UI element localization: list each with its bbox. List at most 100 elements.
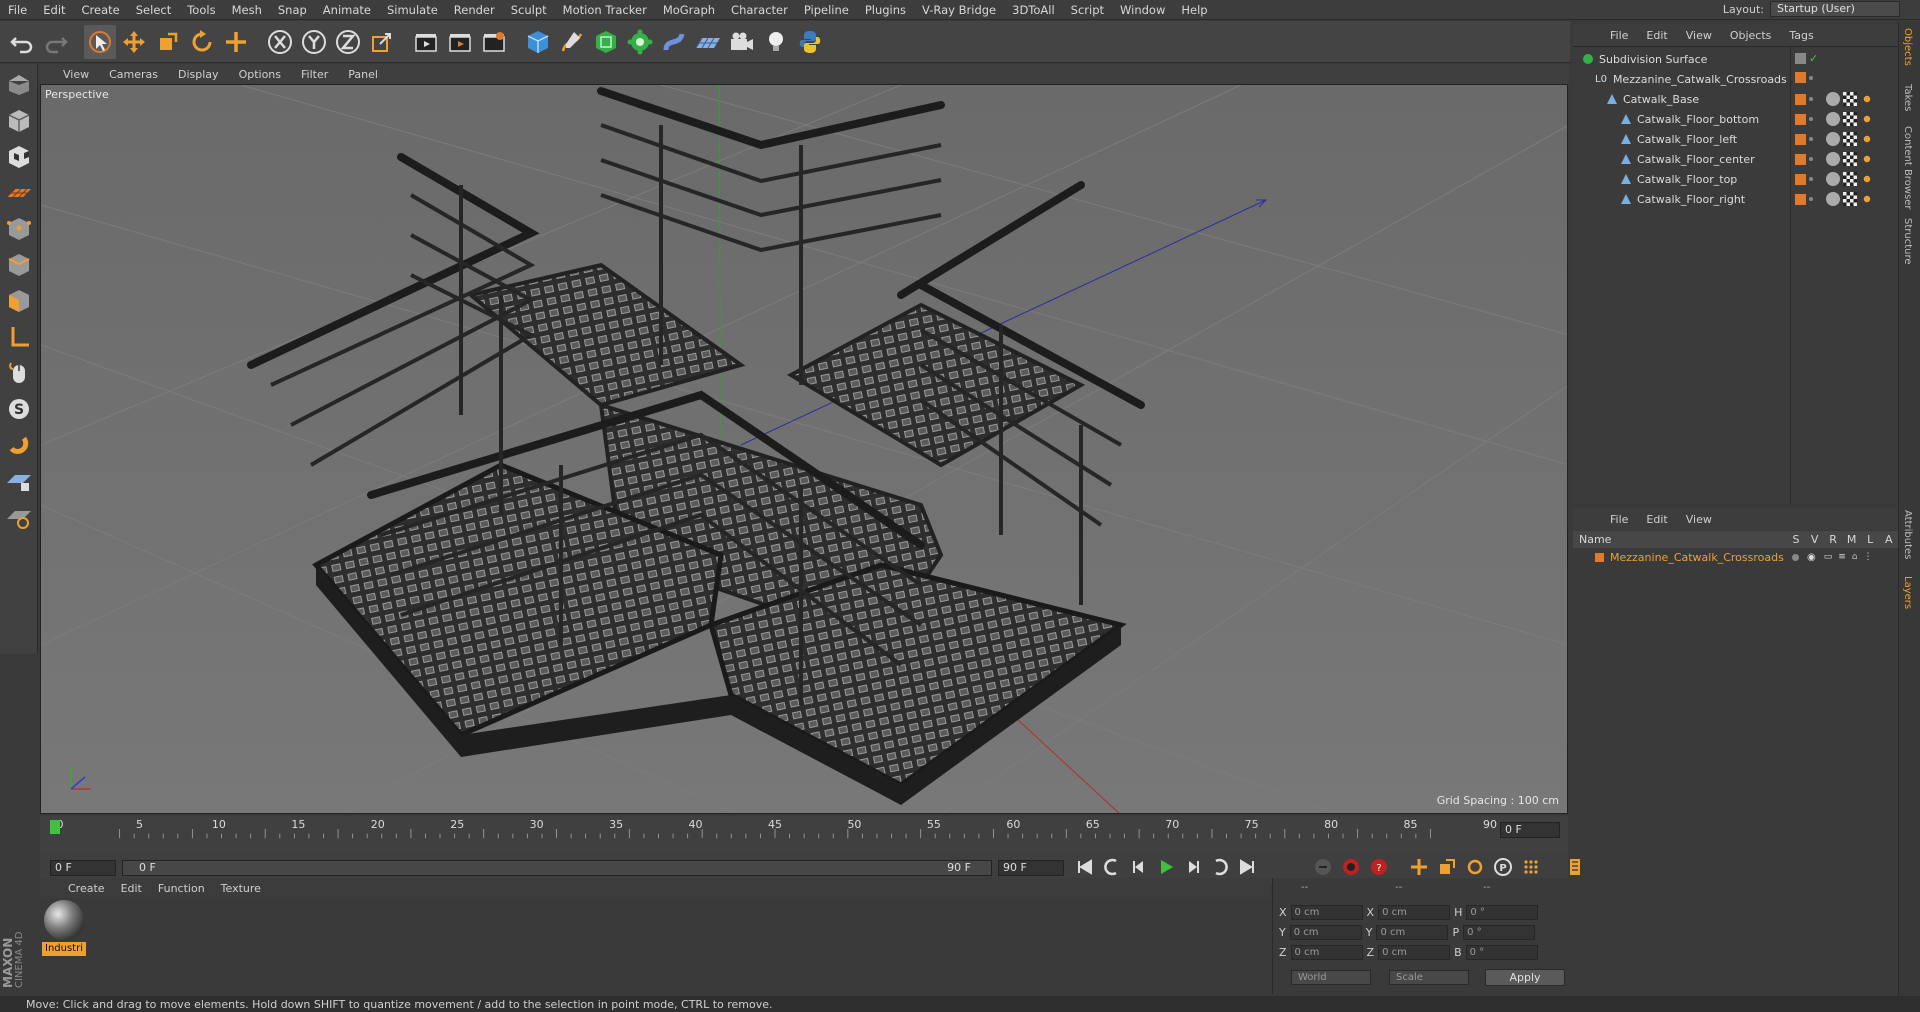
texture-tag-icon[interactable] bbox=[1843, 92, 1857, 106]
checkmark-icon[interactable]: ✓ bbox=[1809, 52, 1818, 65]
live-selection-button[interactable] bbox=[84, 24, 116, 59]
render-view-button[interactable] bbox=[410, 25, 442, 59]
menu-file[interactable]: File bbox=[0, 3, 35, 17]
menu-edit[interactable]: Edit bbox=[35, 3, 73, 17]
model-mode-button[interactable] bbox=[2, 104, 36, 138]
render-icon[interactable]: ▭ bbox=[1824, 552, 1833, 562]
menu-motion-tracker[interactable]: Motion Tracker bbox=[555, 3, 655, 17]
menu-render[interactable]: Render bbox=[446, 3, 503, 17]
menu-select[interactable]: Select bbox=[128, 3, 179, 17]
objects-menu-objects[interactable]: Objects bbox=[1721, 29, 1781, 42]
layers-menu-file[interactable]: File bbox=[1601, 513, 1637, 526]
menu-animate[interactable]: Animate bbox=[315, 3, 379, 17]
objects-menu-tags[interactable]: Tags bbox=[1780, 29, 1822, 42]
material-tag-icon[interactable] bbox=[1826, 112, 1840, 126]
locked-workplane-button[interactable] bbox=[2, 464, 36, 498]
key-point-level-button[interactable] bbox=[1518, 854, 1544, 880]
column-animation[interactable]: A bbox=[1879, 533, 1898, 546]
layer-color-swatch[interactable] bbox=[1795, 72, 1806, 83]
size-x-field[interactable]: 0 cm bbox=[1378, 905, 1451, 920]
texture-tag-icon[interactable] bbox=[1843, 132, 1857, 146]
snapping-button[interactable]: S bbox=[2, 392, 36, 426]
material-tag-icon[interactable] bbox=[1826, 192, 1840, 206]
transform-tool-button[interactable] bbox=[220, 25, 252, 59]
visibility-dot[interactable] bbox=[1809, 75, 1813, 80]
rotation-h-field[interactable]: 0 ° bbox=[1466, 905, 1539, 920]
size-mode-select[interactable]: Scale bbox=[1389, 970, 1469, 985]
y-axis-lock-button[interactable] bbox=[298, 25, 330, 59]
column-locked[interactable]: L bbox=[1861, 533, 1880, 546]
workplane-mode-button[interactable] bbox=[2, 176, 36, 210]
previous-key-button[interactable] bbox=[1099, 854, 1125, 880]
next-frame-button[interactable] bbox=[1180, 854, 1206, 880]
visibility-dot[interactable] bbox=[1809, 197, 1813, 201]
viewport-menu-panel[interactable]: Panel bbox=[338, 68, 388, 81]
position-x-field[interactable]: 0 cm bbox=[1290, 905, 1363, 920]
texture-mode-button[interactable] bbox=[2, 140, 36, 174]
objects-menu-edit[interactable]: Edit bbox=[1637, 29, 1676, 42]
layer-color-swatch[interactable] bbox=[1795, 133, 1806, 145]
rotation-p-field[interactable]: 0 ° bbox=[1463, 925, 1536, 940]
layer-color-swatch[interactable] bbox=[1795, 173, 1806, 185]
material-tag-icon[interactable] bbox=[1826, 92, 1840, 106]
visibility-dot[interactable] bbox=[1809, 137, 1813, 141]
end-frame-field[interactable]: 0 F bbox=[1500, 822, 1560, 838]
menu-help[interactable]: Help bbox=[1173, 3, 1215, 17]
tab-content-browser[interactable]: Content Browser bbox=[1902, 126, 1913, 209]
visibility-dot[interactable] bbox=[1809, 117, 1813, 121]
tweak-mode-button[interactable] bbox=[2, 356, 36, 390]
material-tag-icon[interactable] bbox=[1826, 152, 1840, 166]
record-active-objects-button[interactable] bbox=[1338, 854, 1364, 880]
menu-character[interactable]: Character bbox=[723, 3, 796, 17]
subdivision-surface-button[interactable] bbox=[590, 25, 622, 59]
objects-menu-file[interactable]: File bbox=[1601, 29, 1637, 42]
texture-tag-icon[interactable] bbox=[1843, 112, 1857, 126]
deformer-button[interactable] bbox=[658, 25, 690, 59]
scale-tool-button[interactable] bbox=[152, 25, 184, 59]
column-view[interactable]: V bbox=[1805, 533, 1824, 546]
column-name[interactable]: Name bbox=[1573, 533, 1787, 546]
layer-color-swatch[interactable] bbox=[1795, 193, 1806, 205]
autokeying-button[interactable]: ? bbox=[1366, 854, 1392, 880]
object-row[interactable]: Subdivision Surface bbox=[1573, 49, 1898, 69]
layers-menu-view[interactable]: View bbox=[1677, 513, 1721, 526]
grid-snap-button[interactable] bbox=[2, 500, 36, 534]
python-button[interactable] bbox=[794, 25, 826, 59]
texture-tag-icon[interactable] bbox=[1843, 152, 1857, 166]
polygons-mode-button[interactable] bbox=[2, 284, 36, 318]
menu-pipeline[interactable]: Pipeline bbox=[796, 3, 857, 17]
viewport-menu-view[interactable]: View bbox=[53, 68, 99, 81]
selection-tag-icon[interactable] bbox=[1860, 92, 1874, 106]
material-menu-function[interactable]: Function bbox=[150, 882, 213, 895]
menu-snap[interactable]: Snap bbox=[270, 3, 315, 17]
layers-menu-edit[interactable]: Edit bbox=[1637, 513, 1676, 526]
layer-row[interactable]: Mezzanine_Catwalk_Crossroads ◉ ▭ ≡ ⌂ ⋮ bbox=[1573, 549, 1898, 565]
viewport-menu-display[interactable]: Display bbox=[168, 68, 229, 81]
x-axis-lock-button[interactable] bbox=[264, 25, 296, 59]
column-solo[interactable]: S bbox=[1787, 533, 1806, 546]
previous-frame-button[interactable] bbox=[1126, 854, 1152, 880]
position-y-field[interactable]: 0 cm bbox=[1289, 925, 1362, 940]
cube-object-button[interactable] bbox=[522, 25, 554, 59]
manager-icon[interactable]: ≡ bbox=[1838, 552, 1846, 562]
selection-tag-icon[interactable] bbox=[1860, 112, 1874, 126]
menu-script[interactable]: Script bbox=[1063, 3, 1112, 17]
light-button[interactable] bbox=[760, 25, 792, 59]
material-tag-icon[interactable] bbox=[1826, 132, 1840, 146]
frame-range-slider[interactable]: 0 F 90 F bbox=[122, 860, 992, 876]
material-swatch[interactable]: Industri bbox=[42, 900, 86, 958]
z-axis-lock-button[interactable] bbox=[332, 25, 364, 59]
menu-create[interactable]: Create bbox=[74, 3, 128, 17]
menu-sculpt[interactable]: Sculpt bbox=[503, 3, 555, 17]
redo-button[interactable] bbox=[40, 25, 72, 59]
column-render[interactable]: R bbox=[1824, 533, 1843, 546]
axis-mode-button[interactable] bbox=[2, 320, 36, 354]
selection-tag-icon[interactable] bbox=[1860, 132, 1874, 146]
coordinate-space-select[interactable]: World bbox=[1291, 970, 1371, 985]
key-position-button[interactable] bbox=[1406, 854, 1432, 880]
selection-tag-icon[interactable] bbox=[1860, 192, 1874, 206]
visibility-dot[interactable] bbox=[1809, 97, 1813, 101]
menu-tools[interactable]: Tools bbox=[179, 3, 223, 17]
rotate-tool-button[interactable] bbox=[186, 25, 218, 59]
tab-objects[interactable]: Objects bbox=[1902, 28, 1913, 66]
